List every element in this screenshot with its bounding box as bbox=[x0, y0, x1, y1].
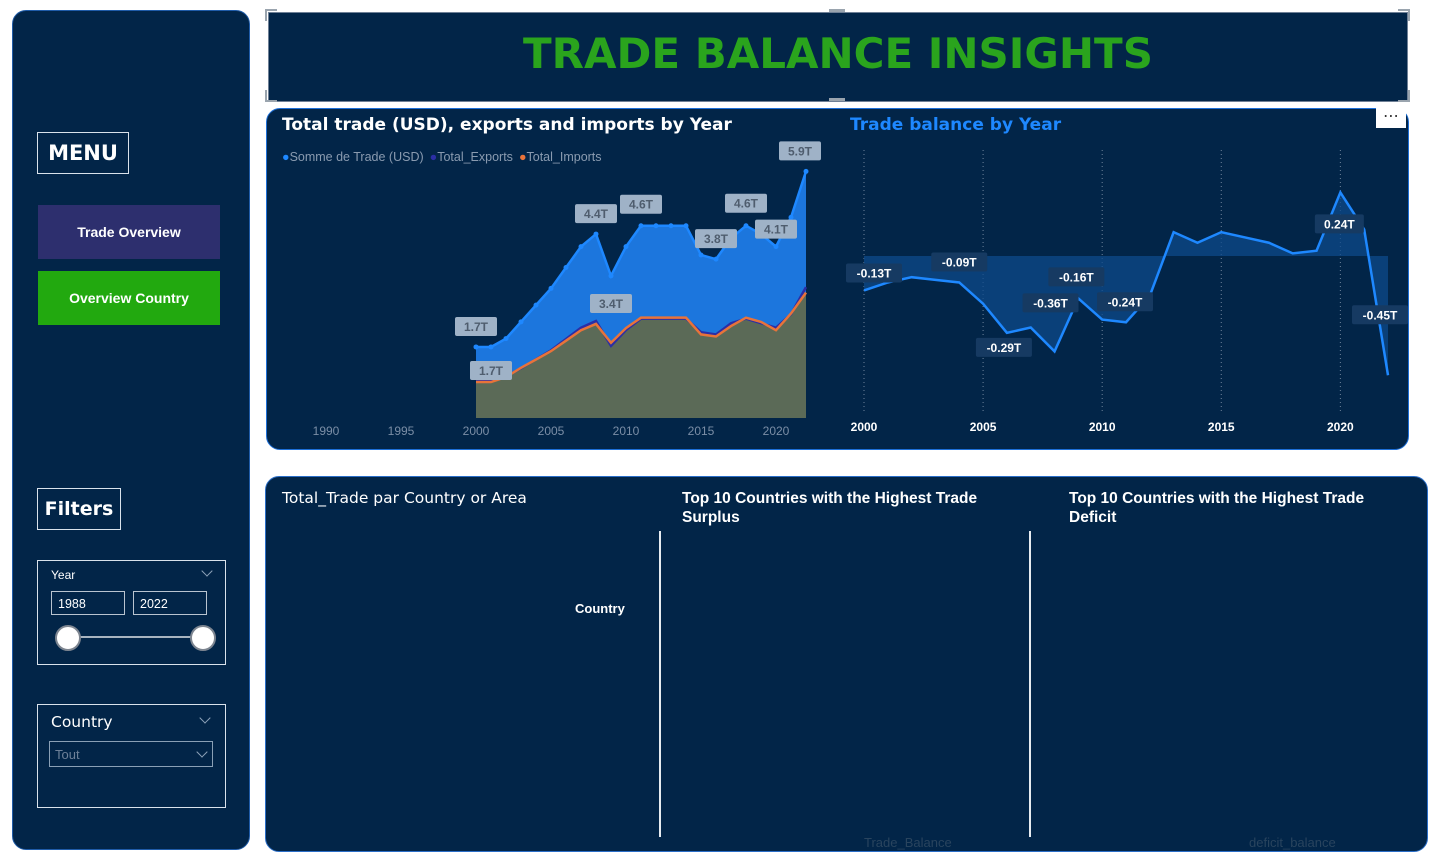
trade-point bbox=[653, 223, 659, 229]
balance-x-tick-label: 2010 bbox=[1089, 420, 1116, 434]
balance-data-label: -0.16T bbox=[1059, 270, 1094, 284]
trade-point bbox=[578, 244, 584, 250]
deficit-axis-title: deficit_balance bbox=[1249, 835, 1336, 850]
trade-x-tick-label: 2015 bbox=[688, 424, 715, 438]
trade-point bbox=[668, 223, 674, 229]
trade-point bbox=[593, 231, 599, 237]
balance-data-label: -0.45T bbox=[1363, 308, 1398, 322]
trade-data-label: 1.7T bbox=[464, 320, 489, 334]
trade-x-tick-label: 2010 bbox=[613, 424, 640, 438]
trade-point bbox=[533, 302, 539, 308]
balance-data-label: -0.24T bbox=[1108, 295, 1143, 309]
trade-point bbox=[698, 252, 704, 258]
trade-point bbox=[803, 168, 809, 174]
trade-point bbox=[608, 273, 614, 279]
trade-data-label: 4.6T bbox=[629, 198, 654, 212]
divider bbox=[659, 531, 661, 837]
trade-data-label: 4.6T bbox=[734, 197, 759, 211]
trade-x-tick-label: 2000 bbox=[463, 424, 490, 438]
trade-point bbox=[713, 256, 719, 262]
trade-data-label: 4.4T bbox=[584, 207, 609, 221]
trade-point bbox=[638, 223, 644, 229]
pie-legend-title: Country bbox=[575, 601, 625, 616]
trade-point bbox=[473, 344, 479, 350]
trade-point bbox=[773, 244, 779, 250]
balance-data-label: -0.13T bbox=[857, 266, 892, 280]
trade-point bbox=[503, 336, 509, 342]
surplus-axis-title: Trade_Balance bbox=[864, 835, 952, 850]
trade-data-label: 1.7T bbox=[479, 364, 504, 378]
trade-point bbox=[563, 265, 569, 271]
balance-area bbox=[864, 192, 1388, 376]
balance-x-tick-label: 2005 bbox=[970, 420, 997, 434]
trade-x-tick-label: 1990 bbox=[313, 424, 340, 438]
trade-x-tick-label: 1995 bbox=[388, 424, 415, 438]
balance-x-tick-label: 2000 bbox=[851, 420, 878, 434]
trade-point bbox=[683, 223, 689, 229]
trade-x-tick-label: 2005 bbox=[538, 424, 565, 438]
trade-point bbox=[788, 214, 794, 220]
trade-point bbox=[743, 223, 749, 229]
divider bbox=[1029, 531, 1031, 837]
balance-x-tick-label: 2020 bbox=[1327, 420, 1354, 434]
balance-data-label: -0.36T bbox=[1033, 296, 1068, 310]
balance-data-label: -0.09T bbox=[942, 256, 977, 270]
trade-data-label: 3.4T bbox=[599, 297, 624, 311]
bottom-charts-panel bbox=[265, 476, 1428, 852]
trade-point bbox=[548, 285, 554, 291]
trade-point bbox=[518, 319, 524, 325]
balance-data-label: -0.29T bbox=[987, 341, 1022, 355]
balance-data-label: 0.24T bbox=[1324, 217, 1355, 231]
surplus-chart-title: Top 10 Countries with the Highest Trade … bbox=[682, 490, 978, 526]
trade-data-label: 3.8T bbox=[704, 232, 729, 246]
deficit-chart-title: Top 10 Countries with the Highest Trade … bbox=[1069, 490, 1365, 526]
pie-chart-title: Total_Trade par Country or Area bbox=[282, 489, 527, 507]
trade-x-tick-label: 2020 bbox=[763, 424, 790, 438]
trade-point bbox=[623, 244, 629, 250]
trade-data-label: 4.1T bbox=[764, 223, 789, 237]
trade-data-label: 5.9T bbox=[788, 144, 813, 158]
trade-point bbox=[488, 344, 494, 350]
balance-x-tick-label: 2015 bbox=[1208, 420, 1235, 434]
